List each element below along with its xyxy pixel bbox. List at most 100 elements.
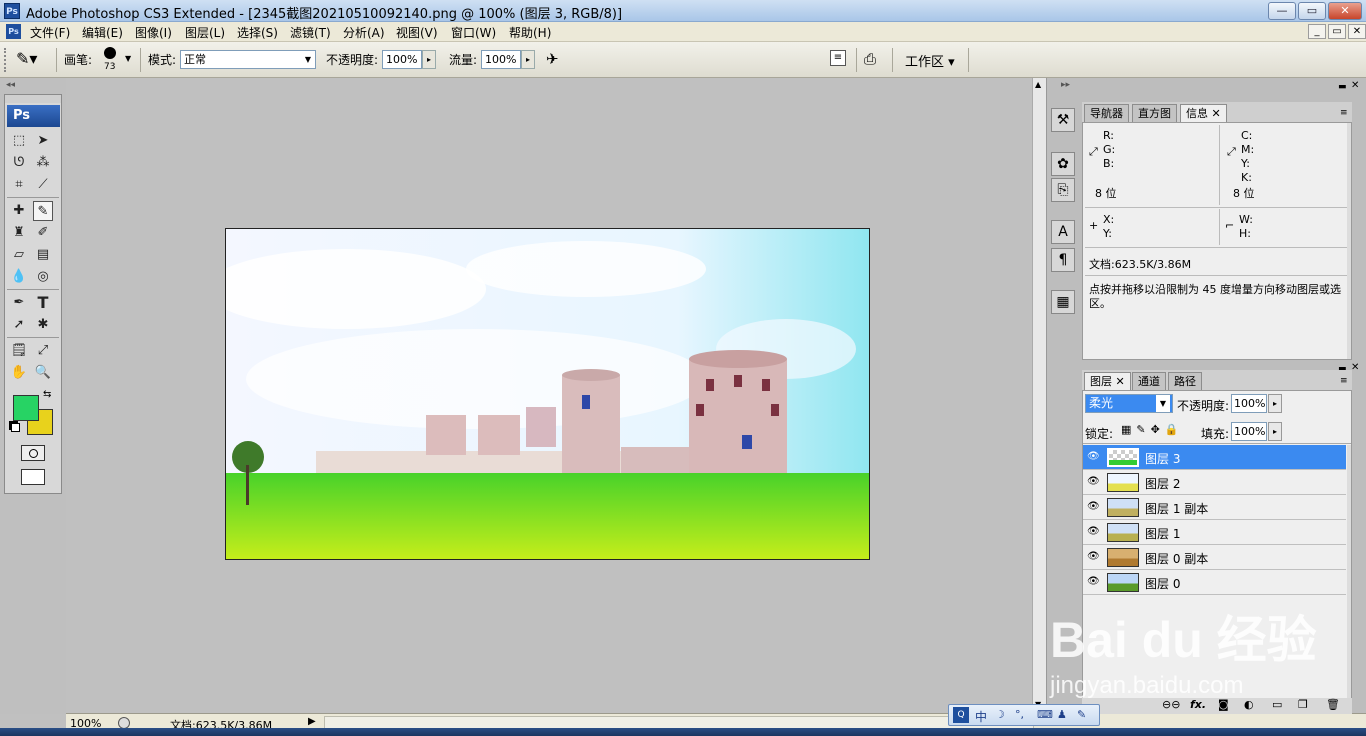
opacity-slider-button[interactable]: ▸ bbox=[422, 50, 436, 69]
doc-close-button[interactable]: ✕ bbox=[1348, 24, 1366, 39]
ime-keyboard-icon[interactable]: ⌨ bbox=[1037, 708, 1053, 721]
new-layer-icon[interactable]: ❐ bbox=[1298, 698, 1308, 711]
brushes-icon[interactable]: ✿ bbox=[1051, 152, 1075, 176]
palette-toggle-icon[interactable]: ≡ bbox=[830, 50, 846, 66]
foreground-color-swatch[interactable] bbox=[13, 395, 39, 421]
clone-source-icon[interactable]: ⎘ bbox=[1051, 178, 1075, 202]
layer-row[interactable]: 👁 图层 2 bbox=[1083, 470, 1346, 495]
expand-arrows-icon[interactable]: ▸▸ bbox=[1061, 80, 1070, 90]
healing-brush-tool-icon[interactable]: ✚ bbox=[9, 201, 29, 221]
workspace-menu[interactable]: 工作区 ▾ bbox=[905, 51, 955, 70]
ime-chinese-toggle[interactable]: 中 bbox=[975, 708, 987, 725]
eraser-tool-icon[interactable]: ▱ bbox=[9, 245, 29, 265]
blur-tool-icon[interactable]: 💧 bbox=[9, 267, 29, 287]
grip-handle[interactable] bbox=[4, 48, 10, 72]
crop-tool-icon[interactable]: ⌗ bbox=[9, 175, 29, 195]
menu-analysis[interactable]: 分析(A) bbox=[341, 24, 387, 41]
tab-histogram[interactable]: 直方图 bbox=[1132, 104, 1177, 122]
adjustment-layer-icon[interactable]: ◐ bbox=[1244, 698, 1254, 711]
eye-icon[interactable]: 👁 bbox=[1087, 527, 1100, 537]
slice-tool-icon[interactable]: ⟋ bbox=[33, 175, 53, 195]
menu-file[interactable]: 文件(F) bbox=[28, 24, 72, 41]
opacity-input[interactable]: 100% bbox=[382, 50, 422, 69]
magic-wand-tool-icon[interactable]: ⁂ bbox=[33, 153, 53, 173]
brush-tool-icon[interactable]: ✎ bbox=[33, 201, 53, 221]
ime-logo-icon[interactable]: Q bbox=[953, 707, 969, 723]
layer-opacity-input[interactable]: 100% bbox=[1231, 394, 1267, 413]
type-tool-icon[interactable]: T bbox=[33, 293, 53, 313]
notes-tool-icon[interactable]: 🗒 bbox=[9, 341, 29, 361]
menu-edit[interactable]: 编辑(E) bbox=[80, 24, 125, 41]
tab-navigator[interactable]: 导航器 bbox=[1084, 104, 1129, 122]
airbrush-icon[interactable]: ✈ bbox=[546, 50, 559, 68]
flow-slider-button[interactable]: ▸ bbox=[521, 50, 535, 69]
tab-paths[interactable]: 路径 bbox=[1168, 372, 1202, 390]
layer-row[interactable]: 👁 图层 1 bbox=[1083, 520, 1346, 545]
dodge-tool-icon[interactable]: ◎ bbox=[33, 267, 53, 287]
layer-row[interactable]: 👁 图层 0 bbox=[1083, 570, 1346, 595]
close-tab-icon[interactable]: ✕ bbox=[1116, 375, 1125, 388]
lasso-tool-icon[interactable]: ᘎ bbox=[9, 153, 29, 173]
fill-input[interactable]: 100% bbox=[1231, 422, 1267, 441]
swap-colors-icon[interactable]: ⇆ bbox=[43, 389, 51, 400]
ime-tools-icon[interactable]: ✎ bbox=[1077, 708, 1086, 721]
status-menu-arrow-icon[interactable]: ▶ bbox=[308, 716, 316, 727]
pen-tool-icon[interactable]: ✒ bbox=[9, 293, 29, 313]
brush-tool-preset-icon[interactable]: ✎▾ bbox=[16, 49, 37, 68]
character-icon[interactable]: A bbox=[1051, 220, 1075, 244]
eye-icon[interactable]: 👁 bbox=[1087, 452, 1100, 462]
eye-icon[interactable]: 👁 bbox=[1087, 577, 1100, 587]
menu-help[interactable]: 帮助(H) bbox=[507, 24, 553, 41]
canvas-image[interactable] bbox=[225, 228, 870, 560]
history-brush-tool-icon[interactable]: ✐ bbox=[33, 223, 53, 243]
delete-layer-icon[interactable]: 🗑 bbox=[1326, 698, 1340, 711]
lock-icons[interactable]: ▦✎✥🔒 bbox=[1121, 423, 1184, 436]
fill-slider-button[interactable]: ▸ bbox=[1268, 422, 1282, 441]
layer-comps-icon[interactable]: ▦ bbox=[1051, 290, 1075, 314]
move-tool-icon[interactable]: ➤ bbox=[33, 131, 53, 151]
shape-tool-icon[interactable]: ✱ bbox=[33, 315, 53, 335]
toolbox-logo[interactable]: Ps bbox=[7, 105, 60, 127]
close-tab-icon[interactable]: ✕ bbox=[1212, 107, 1221, 120]
tool-presets-icon[interactable]: ⚒ bbox=[1051, 108, 1075, 132]
tab-layers[interactable]: 图层 ✕ bbox=[1084, 372, 1131, 390]
collapse-arrows-icon[interactable]: ◂◂ bbox=[6, 80, 15, 90]
menu-view[interactable]: 视图(V) bbox=[394, 24, 440, 41]
eyedropper-tool-icon[interactable]: ⤢ bbox=[33, 341, 53, 361]
layer-row[interactable]: 👁 图层 1 副本 bbox=[1083, 495, 1346, 520]
marquee-tool-icon[interactable]: ⬚ bbox=[9, 131, 29, 151]
ime-user-icon[interactable]: ♟ bbox=[1057, 708, 1067, 721]
doc-minimize-button[interactable]: _ bbox=[1308, 24, 1326, 39]
gradient-tool-icon[interactable]: ▤ bbox=[33, 245, 53, 265]
doc-restore-button[interactable]: ▭ bbox=[1328, 24, 1346, 39]
eye-icon[interactable]: 👁 bbox=[1087, 552, 1100, 562]
eye-icon[interactable]: 👁 bbox=[1087, 477, 1100, 487]
layers-panel-menu-icon[interactable]: ≡ bbox=[1340, 376, 1348, 386]
scroll-up-icon[interactable]: ▲ bbox=[1035, 80, 1041, 89]
quick-mask-icon[interactable] bbox=[21, 445, 45, 461]
menu-window[interactable]: 窗口(W) bbox=[449, 24, 498, 41]
paragraph-icon[interactable]: ¶ bbox=[1051, 248, 1075, 272]
hand-tool-icon[interactable]: ✋ bbox=[9, 363, 29, 383]
vertical-scrollbar[interactable]: ▲ ▼ bbox=[1032, 78, 1046, 713]
panel-menu-icon[interactable]: ≡ bbox=[1340, 108, 1348, 118]
flow-input[interactable]: 100% bbox=[481, 50, 521, 69]
brush-preview-icon[interactable] bbox=[104, 47, 116, 59]
tab-channels[interactable]: 通道 bbox=[1132, 372, 1166, 390]
path-selection-tool-icon[interactable]: ➚ bbox=[9, 315, 29, 335]
ime-halfwidth-icon[interactable]: ☽ bbox=[995, 708, 1005, 721]
ime-punctuation-icon[interactable]: °, bbox=[1015, 708, 1024, 721]
mode-select[interactable]: 正常 ▼ bbox=[180, 50, 316, 69]
menu-image[interactable]: 图像(I) bbox=[133, 24, 174, 41]
layer-row[interactable]: 👁 图层 3 bbox=[1083, 445, 1346, 470]
default-colors-icon[interactable] bbox=[11, 423, 20, 432]
layer-row[interactable]: 👁 图层 0 副本 bbox=[1083, 545, 1346, 570]
menu-select[interactable]: 选择(S) bbox=[235, 24, 280, 41]
menu-filter[interactable]: 滤镜(T) bbox=[288, 24, 333, 41]
new-group-icon[interactable]: ▭ bbox=[1272, 698, 1282, 711]
zoom-tool-icon[interactable]: 🔍 bbox=[33, 363, 53, 383]
layers-panel-close-icon[interactable]: ✕ bbox=[1351, 362, 1359, 373]
eye-icon[interactable]: 👁 bbox=[1087, 502, 1100, 512]
taskbar[interactable] bbox=[0, 728, 1366, 736]
menu-layer[interactable]: 图层(L) bbox=[183, 24, 227, 41]
